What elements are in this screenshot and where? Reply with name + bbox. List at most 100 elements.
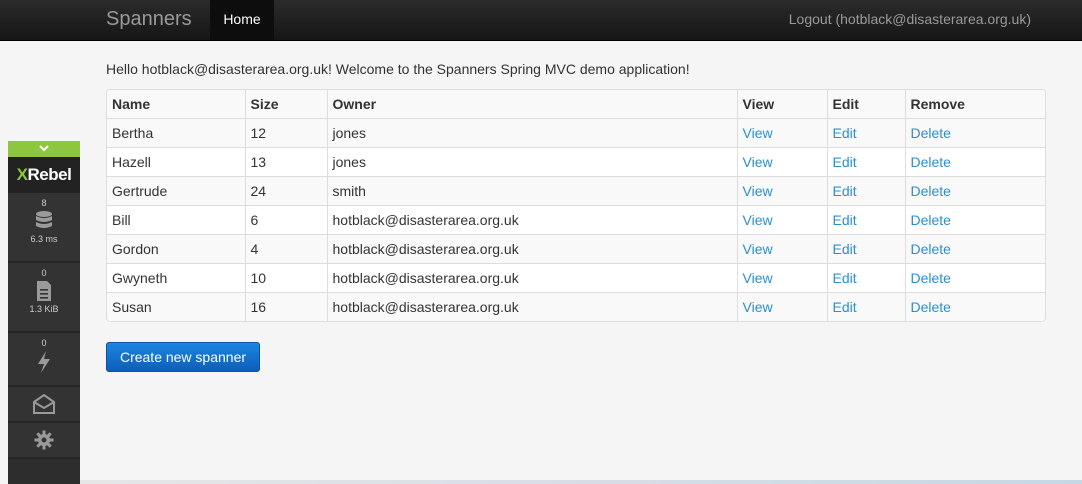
- column-header-remove: Remove: [904, 90, 1045, 119]
- column-header-edit: Edit: [826, 90, 905, 119]
- xrebel-database-panel[interactable]: 8 6.3 ms: [8, 193, 80, 263]
- delete-link[interactable]: Delete: [911, 154, 951, 170]
- cell-name: Gordon: [107, 234, 245, 264]
- exceptions-count: 0: [41, 338, 47, 348]
- logout-link[interactable]: Logout (hotblack@disasterarea.org.uk): [789, 11, 1031, 27]
- cell-size: 24: [244, 176, 327, 206]
- cell-owner: smith: [326, 176, 737, 206]
- delete-link[interactable]: Delete: [911, 270, 951, 286]
- table-row: Hazell 13 jones View Edit Delete: [107, 147, 1045, 177]
- brand-link[interactable]: Spanners: [106, 8, 192, 31]
- view-link[interactable]: View: [743, 183, 773, 199]
- delete-link[interactable]: Delete: [911, 183, 951, 199]
- edit-link[interactable]: Edit: [833, 183, 857, 199]
- table-row: Bertha 12 jones View Edit Delete: [107, 118, 1045, 148]
- xrebel-exceptions-panel[interactable]: 0: [8, 333, 80, 387]
- cell-size: 10: [244, 263, 327, 293]
- edit-link[interactable]: Edit: [833, 212, 857, 228]
- cell-edit: Edit: [826, 176, 905, 206]
- cell-name: Gertrude: [107, 176, 245, 206]
- cell-remove: Delete: [904, 176, 1045, 206]
- table-row: Bill 6 hotblack@disasterarea.org.uk View…: [107, 205, 1045, 235]
- edit-link[interactable]: Edit: [833, 299, 857, 315]
- lightning-icon: [38, 351, 50, 373]
- delete-link[interactable]: Delete: [911, 212, 951, 228]
- envelope-icon: [33, 394, 55, 414]
- table-row: Gwyneth 10 hotblack@disasterarea.org.uk …: [107, 263, 1045, 293]
- cell-size: 4: [244, 234, 327, 264]
- xrebel-collapse-toggle[interactable]: [8, 141, 80, 157]
- spanners-table: Name Size Owner View Edit Remove Bertha …: [107, 90, 1045, 321]
- cell-name: Bill: [107, 205, 245, 235]
- cell-view: View: [736, 234, 827, 264]
- welcome-message: Hello hotblack@disasterarea.org.uk! Welc…: [106, 61, 690, 77]
- delete-link[interactable]: Delete: [911, 125, 951, 141]
- table-row: Gordon 4 hotblack@disasterarea.org.uk Vi…: [107, 234, 1045, 264]
- xrebel-settings-panel[interactable]: [8, 423, 80, 459]
- view-link[interactable]: View: [743, 212, 773, 228]
- view-link[interactable]: View: [743, 154, 773, 170]
- cell-edit: Edit: [826, 118, 905, 148]
- cell-edit: Edit: [826, 205, 905, 235]
- io-size: 1.3 KiB: [29, 304, 59, 314]
- cell-edit: Edit: [826, 263, 905, 293]
- xrebel-io-panel[interactable]: 0 1.3 KiB: [8, 263, 80, 333]
- cell-size: 12: [244, 118, 327, 148]
- cell-remove: Delete: [904, 234, 1045, 264]
- top-navbar: Spanners Home Logout (hotblack@disastera…: [0, 0, 1082, 41]
- gear-icon: [34, 430, 54, 450]
- cell-edit: Edit: [826, 292, 905, 321]
- cell-owner: hotblack@disasterarea.org.uk: [326, 292, 737, 321]
- cell-view: View: [736, 292, 827, 321]
- edit-link[interactable]: Edit: [833, 270, 857, 286]
- cell-name: Susan: [107, 292, 245, 321]
- document-icon: [37, 281, 51, 301]
- cell-size: 6: [244, 205, 327, 235]
- cell-size: 13: [244, 147, 327, 177]
- cell-owner: jones: [326, 147, 737, 177]
- database-query-count: 8: [41, 198, 47, 208]
- delete-link[interactable]: Delete: [911, 299, 951, 315]
- cell-remove: Delete: [904, 147, 1045, 177]
- cell-remove: Delete: [904, 205, 1045, 235]
- io-count: 0: [41, 268, 47, 278]
- cell-name: Gwyneth: [107, 263, 245, 293]
- cell-owner: hotblack@disasterarea.org.uk: [326, 263, 737, 293]
- xrebel-panel: XRebel 8 6.3 ms 0 1.3 KiB 0: [8, 141, 80, 484]
- cell-view: View: [736, 176, 827, 206]
- view-link[interactable]: View: [743, 125, 773, 141]
- xrebel-logo-text: Rebel: [27, 165, 72, 184]
- chevron-down-icon: [39, 145, 49, 152]
- delete-link[interactable]: Delete: [911, 241, 951, 257]
- column-header-name: Name: [107, 90, 245, 119]
- table-row: Susan 16 hotblack@disasterarea.org.uk Vi…: [107, 292, 1045, 321]
- cell-edit: Edit: [826, 147, 905, 177]
- view-link[interactable]: View: [743, 241, 773, 257]
- cell-owner: jones: [326, 118, 737, 148]
- edit-link[interactable]: Edit: [833, 125, 857, 141]
- cell-view: View: [736, 263, 827, 293]
- cell-remove: Delete: [904, 118, 1045, 148]
- view-link[interactable]: View: [743, 270, 773, 286]
- bottom-edge-strip: [80, 480, 1082, 484]
- cell-name: Bertha: [107, 118, 245, 148]
- cell-owner: hotblack@disasterarea.org.uk: [326, 205, 737, 235]
- edit-link[interactable]: Edit: [833, 154, 857, 170]
- spanners-table-container: Name Size Owner View Edit Remove Bertha …: [106, 89, 1046, 322]
- cell-view: View: [736, 205, 827, 235]
- cell-remove: Delete: [904, 292, 1045, 321]
- table-row: Gertrude 24 smith View Edit Delete: [107, 176, 1045, 206]
- view-link[interactable]: View: [743, 299, 773, 315]
- nav-home-link[interactable]: Home: [210, 0, 274, 40]
- xrebel-mail-panel[interactable]: [8, 387, 80, 423]
- column-header-view: View: [736, 90, 827, 119]
- edit-link[interactable]: Edit: [833, 241, 857, 257]
- cell-size: 16: [244, 292, 327, 321]
- cell-remove: Delete: [904, 263, 1045, 293]
- cell-owner: hotblack@disasterarea.org.uk: [326, 234, 737, 264]
- xrebel-logo-x: X: [16, 165, 28, 184]
- create-spanner-button[interactable]: Create new spanner: [106, 342, 260, 372]
- column-header-size: Size: [244, 90, 327, 119]
- table-header-row: Name Size Owner View Edit Remove: [107, 90, 1045, 119]
- database-icon: [36, 211, 52, 228]
